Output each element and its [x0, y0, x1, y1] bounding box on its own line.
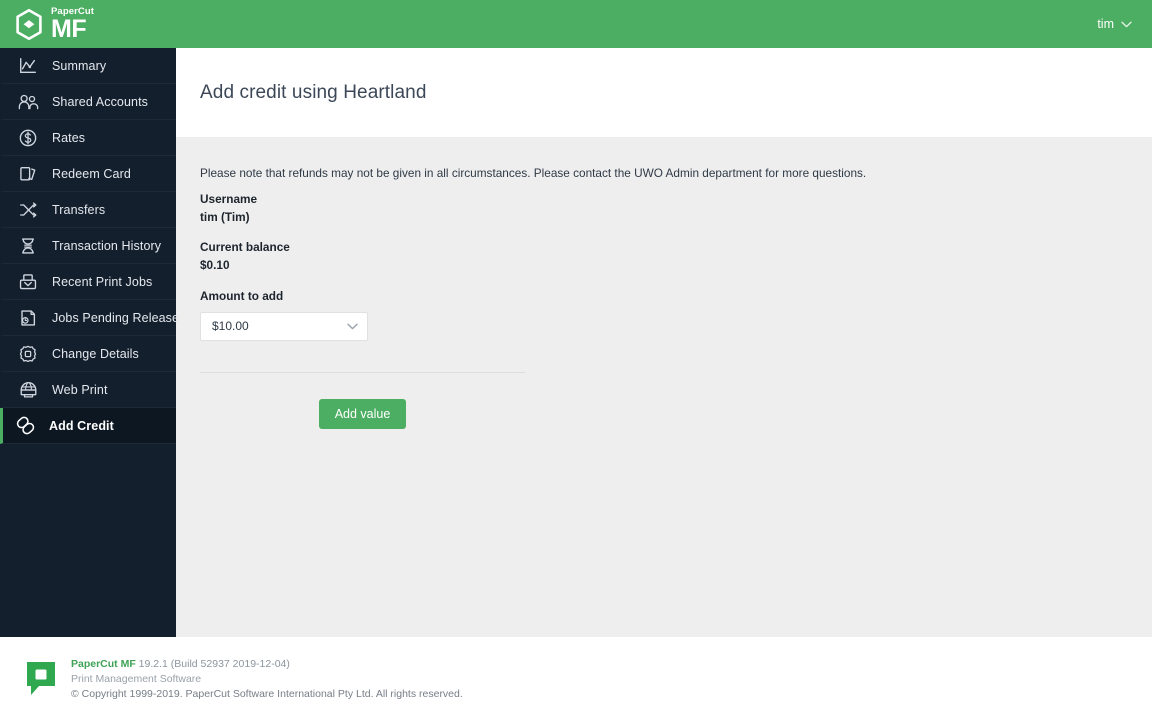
sidebar-item-label: Add Credit: [49, 418, 114, 433]
footer-version-line: PaperCut MF 19.2.1 (Build 52937 2019-12-…: [71, 658, 463, 670]
globe-print-icon: [17, 379, 39, 401]
refund-note: Please note that refunds may not be give…: [200, 166, 867, 180]
sidebar-item-label: Jobs Pending Release: [52, 310, 180, 325]
sidebar-item-change-details[interactable]: Change Details: [0, 336, 176, 372]
balance-field-block: Current balance $0.10: [200, 239, 1128, 274]
dollar-circle-icon: [17, 127, 39, 149]
sidebar-item-transfers[interactable]: Transfers: [0, 192, 176, 228]
sidebar-item-summary[interactable]: Summary: [0, 48, 176, 84]
cards-icon: [17, 163, 39, 185]
sidebar-item-redeem-card[interactable]: Redeem Card: [0, 156, 176, 192]
amount-field-block: Amount to add $10.00: [200, 288, 1128, 341]
username-label: Username: [200, 192, 258, 207]
main-content: Add credit using Heartland Please note t…: [176, 48, 1152, 637]
sidebar-item-label: Web Print: [52, 382, 108, 397]
amount-select-value: $10.00: [212, 319, 249, 334]
sidebar-item-label: Shared Accounts: [52, 94, 149, 109]
brand-wordmark: PaperCut MF: [51, 7, 94, 41]
page-footer: PaperCut MF 19.2.1 (Build 52937 2019-12-…: [0, 637, 1152, 720]
papercut-app-window: PaperCut MF tim Summary Shared Accounts …: [0, 0, 1152, 720]
add-value-button[interactable]: Add value: [318, 398, 407, 430]
add-credit-form: Please note that refunds may not be give…: [176, 137, 1152, 637]
current-balance-label: Current balance: [200, 240, 290, 255]
sidebar-item-label: Recent Print Jobs: [52, 274, 153, 289]
sidebar-item-web-print[interactable]: Web Print: [0, 372, 176, 408]
chevron-down-icon: [347, 323, 358, 329]
sidebar-item-label: Redeem Card: [52, 166, 131, 181]
amount-select[interactable]: $10.00: [200, 311, 368, 341]
hourglass-icon: [17, 235, 39, 257]
shuffle-arrows-icon: [17, 199, 39, 221]
footer-product-name: PaperCut MF: [71, 657, 136, 670]
username-value: tim (Tim): [200, 209, 250, 224]
papercut-hexagon-logo-icon: [16, 8, 42, 40]
gear-icon: [17, 343, 39, 365]
current-balance-value: $0.10: [200, 258, 230, 273]
users-group-icon: [17, 91, 39, 113]
sidebar-item-shared-accounts[interactable]: Shared Accounts: [0, 84, 176, 120]
footer-version: 19.2.1 (Build 52937 2019-12-04): [135, 657, 290, 670]
brand-main-text: MF: [51, 14, 87, 43]
sidebar-item-label: Rates: [52, 130, 86, 145]
chain-link-icon: [14, 415, 36, 437]
chart-line-icon: [17, 55, 39, 77]
amount-to-add-label: Amount to add: [200, 288, 284, 303]
sidebar-item-rates[interactable]: Rates: [0, 120, 176, 156]
papercut-bubble-logo-icon: [27, 661, 55, 695]
user-menu[interactable]: tim: [1095, 13, 1134, 35]
top-header-bar: PaperCut MF tim: [0, 0, 1152, 48]
sidebar-nav: Summary Shared Accounts Rates Redeem Car…: [0, 48, 180, 637]
printer-tray-icon: [17, 271, 39, 293]
user-menu-label: tim: [1097, 17, 1114, 31]
chevron-down-icon: [1121, 21, 1132, 27]
sidebar-item-recent-print-jobs[interactable]: Recent Print Jobs: [0, 264, 176, 300]
sidebar-item-label: Change Details: [52, 346, 139, 361]
sidebar-item-transaction-history[interactable]: Transaction History: [0, 228, 176, 264]
brand-logo[interactable]: PaperCut MF: [14, 7, 94, 41]
document-clock-icon: [17, 307, 39, 329]
footer-text: PaperCut MF 19.2.1 (Build 52937 2019-12-…: [71, 658, 463, 700]
sidebar-item-label: Summary: [52, 58, 107, 73]
app-body: Summary Shared Accounts Rates Redeem Car…: [0, 48, 1152, 637]
sidebar-item-jobs-pending-release[interactable]: Jobs Pending Release: [0, 300, 180, 336]
amount-select-wrapper: $10.00: [200, 311, 368, 341]
sidebar-item-add-credit[interactable]: Add Credit: [0, 408, 176, 444]
sidebar-item-label: Transaction History: [52, 238, 162, 253]
footer-tagline: Print Management Software: [71, 672, 202, 685]
footer-copyright: © Copyright 1999-2019. PaperCut Software…: [71, 687, 463, 700]
form-divider: [200, 371, 525, 373]
page-title: Add credit using Heartland: [200, 81, 427, 103]
sidebar-item-label: Transfers: [52, 202, 106, 217]
submit-row: Add value: [200, 398, 525, 430]
username-field-block: Username tim (Tim): [200, 191, 1128, 226]
page-header: Add credit using Heartland: [176, 48, 1152, 137]
